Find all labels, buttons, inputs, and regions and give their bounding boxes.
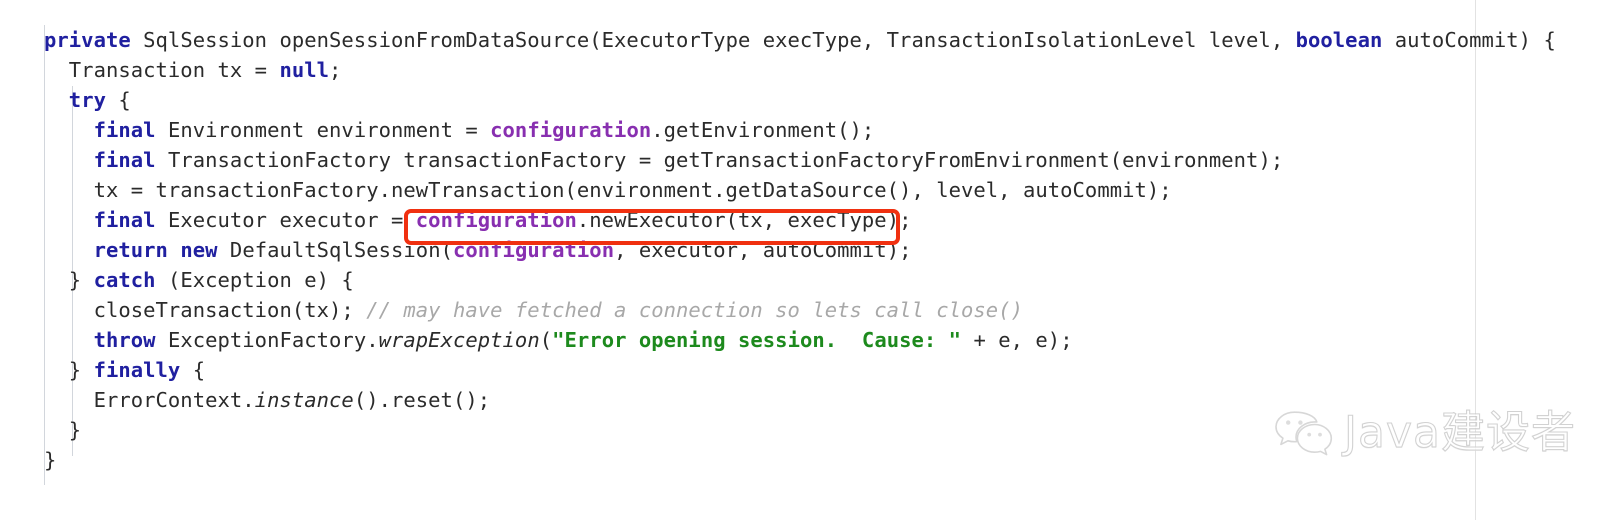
code-token-plain: ExceptionFactory. bbox=[155, 328, 379, 352]
code-token-plain: .getEnvironment(); bbox=[651, 118, 875, 142]
code-token-plain: .newExecutor(tx, execType); bbox=[576, 208, 912, 232]
code-token-plain: Environment environment = bbox=[155, 118, 491, 142]
code-line[interactable]: } finally { bbox=[44, 355, 205, 385]
code-token-plain: } bbox=[44, 418, 82, 442]
code-line[interactable]: Transaction tx = null; bbox=[44, 55, 342, 85]
code-token-kw: boolean bbox=[1295, 28, 1383, 52]
code-token-kw: final bbox=[93, 208, 156, 232]
code-token-field: configuration bbox=[490, 118, 652, 142]
code-token-plain: ErrorContext. bbox=[44, 388, 255, 412]
code-screenshot: private SqlSession openSessionFromDataSo… bbox=[0, 0, 1624, 520]
code-token-field: configuration bbox=[415, 208, 577, 232]
code-line[interactable]: } catch (Exception e) { bbox=[44, 265, 354, 295]
code-token-kw: return bbox=[93, 238, 168, 262]
code-line[interactable]: try { bbox=[44, 85, 131, 115]
code-token-field: configuration bbox=[452, 238, 615, 262]
code-token-cmt: // may have fetched a connection so lets… bbox=[366, 298, 1023, 322]
code-token-plain: (Exception e) { bbox=[155, 268, 354, 292]
code-token-plain: Executor executor = bbox=[155, 208, 416, 232]
code-line[interactable]: tx = transactionFactory.newTransaction(e… bbox=[44, 175, 1172, 205]
code-token-plain: } bbox=[44, 358, 94, 382]
code-token-plain: { bbox=[105, 88, 131, 112]
code-token-kw: null bbox=[279, 58, 330, 82]
code-token-plain: TransactionFactory transactionFactory = … bbox=[155, 148, 1284, 172]
code-token-str: "Error opening session. Cause: " bbox=[552, 328, 962, 352]
right-margin-ruler bbox=[1475, 0, 1476, 520]
code-token-plain: ( bbox=[539, 328, 553, 352]
code-line[interactable]: } bbox=[44, 445, 56, 475]
code-token-kw: final bbox=[93, 118, 156, 142]
code-token-plain: ().reset(); bbox=[353, 388, 491, 412]
code-line[interactable]: final TransactionFactory transactionFact… bbox=[44, 145, 1284, 175]
code-token-plain: } bbox=[44, 268, 94, 292]
code-token-ital: wrapException bbox=[378, 328, 540, 352]
code-line[interactable]: } bbox=[44, 415, 81, 445]
code-line[interactable]: final Executor executor = configuration.… bbox=[44, 205, 912, 235]
code-line[interactable]: closeTransaction(tx); // may have fetche… bbox=[44, 295, 1023, 325]
code-token-plain: closeTransaction(tx); bbox=[44, 298, 367, 322]
code-token-ital: instance bbox=[254, 388, 354, 412]
code-token-plain: tx = transactionFactory.newTransaction(e… bbox=[44, 178, 1172, 202]
code-token-plain: { bbox=[180, 358, 206, 382]
code-token-kw: private bbox=[44, 28, 131, 52]
code-line[interactable]: return new DefaultSqlSession(configurati… bbox=[44, 235, 912, 265]
code-token-kw: finally bbox=[93, 358, 181, 382]
code-line[interactable]: throw ExceptionFactory.wrapException("Er… bbox=[44, 325, 1073, 355]
code-token-plain: ; bbox=[329, 58, 342, 82]
code-token-kw: final bbox=[93, 148, 156, 172]
code-token-kw: throw bbox=[93, 328, 156, 352]
code-line[interactable]: private SqlSession openSessionFromDataSo… bbox=[44, 25, 1556, 55]
code-token-plain: DefaultSqlSession( bbox=[217, 238, 453, 262]
code-token-plain: , executor, autoCommit); bbox=[614, 238, 912, 262]
code-block[interactable]: private SqlSession openSessionFromDataSo… bbox=[0, 0, 1624, 520]
code-line[interactable]: final Environment environment = configur… bbox=[44, 115, 875, 145]
code-token-kw: new bbox=[180, 238, 218, 262]
code-token-plain: + e, e); bbox=[961, 328, 1073, 352]
code-token-plain: SqlSession openSessionFromDataSource(Exe… bbox=[130, 28, 1296, 52]
code-token-plain: } bbox=[44, 448, 57, 472]
code-token-kw: try bbox=[68, 88, 106, 112]
code-token-kw: catch bbox=[93, 268, 156, 292]
code-token-plain: autoCommit) { bbox=[1382, 28, 1556, 52]
code-token-plain: Transaction tx = bbox=[44, 58, 280, 82]
code-line[interactable]: ErrorContext.instance().reset(); bbox=[44, 385, 491, 415]
